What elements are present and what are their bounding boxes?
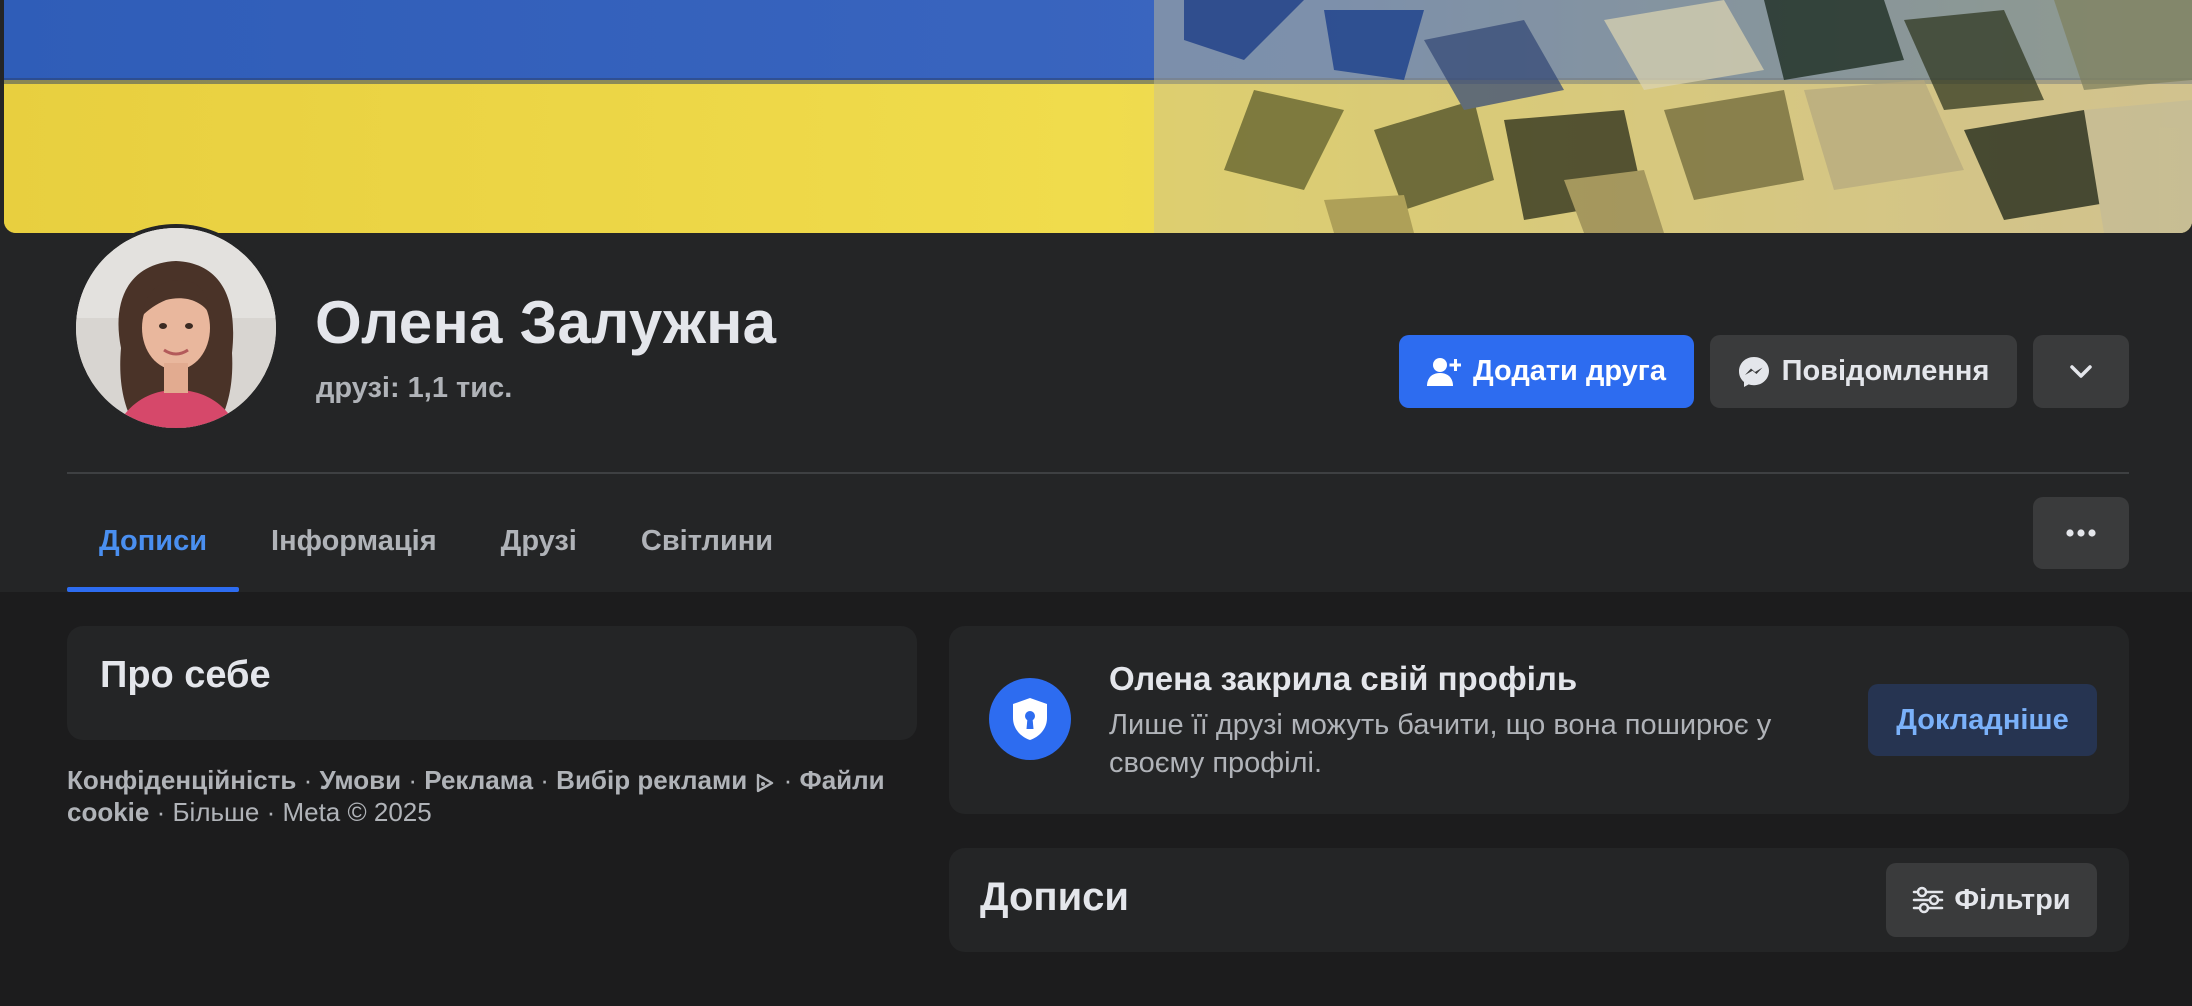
message-button[interactable]: Повідомлення — [1710, 335, 2017, 408]
messenger-icon — [1738, 356, 1770, 388]
locked-profile-card: Олена закрила свій профіль Лише її друзі… — [949, 626, 2129, 814]
footer-copyright: Meta © 2025 — [282, 797, 432, 827]
cover-photo[interactable] — [4, 0, 2192, 233]
footer-separator: · — [296, 765, 320, 795]
footer-links: Конфіденційність · Умови · Реклама · Виб… — [67, 764, 917, 828]
posts-title: Дописи — [980, 875, 1130, 919]
tab-about[interactable]: Інформація — [239, 490, 469, 592]
avatar[interactable] — [76, 228, 276, 428]
footer-privacy-link[interactable]: Конфіденційність — [67, 765, 296, 795]
footer-ad-choices-link[interactable]: Вибір реклами — [556, 765, 776, 795]
shield-keyhole-icon — [989, 678, 1071, 760]
tab-photos[interactable]: Світлини — [609, 490, 805, 592]
footer-separator: · — [533, 765, 557, 795]
tabs-more-button[interactable] — [2033, 497, 2129, 569]
footer-separator: · — [776, 765, 800, 795]
profile-tabs: Дописи Інформація Друзі Світлини — [67, 490, 805, 592]
about-title: Про себе — [100, 654, 271, 696]
footer-separator: · — [149, 797, 173, 827]
avatar-ring[interactable] — [72, 224, 280, 432]
friends-count[interactable]: друзі: 1,1 тис. — [316, 372, 512, 405]
about-card: Про себе — [67, 626, 917, 740]
ad-choices-icon — [754, 765, 776, 795]
sliders-icon — [1912, 886, 1944, 914]
avatar-image — [76, 228, 276, 428]
footer-separator: · — [401, 765, 425, 795]
locked-title: Олена закрила свій профіль — [1109, 660, 1578, 697]
add-friend-label: Додати друга — [1472, 355, 1667, 387]
footer-terms-link[interactable]: Умови — [320, 765, 402, 795]
filters-label: Фільтри — [1954, 883, 2071, 916]
chevron-down-icon — [2069, 355, 2093, 388]
tab-posts[interactable]: Дописи — [67, 490, 240, 592]
filters-button[interactable]: Фільтри — [1886, 863, 2097, 937]
profile-more-button[interactable] — [2033, 335, 2129, 408]
footer-ads-link[interactable]: Реклама — [424, 765, 533, 795]
more-horizontal-icon — [2066, 524, 2096, 542]
tab-friends[interactable]: Друзі — [469, 490, 609, 592]
posts-card: Дописи Фільтри — [949, 848, 2129, 952]
profile-header: Олена Залужна друзі: 1,1 тис. Додати дру… — [0, 0, 2192, 592]
profile-page: Олена Залужна друзі: 1,1 тис. Додати дру… — [0, 0, 2192, 1006]
add-friend-button[interactable]: Додати друга — [1399, 335, 1694, 408]
locked-description: Лише її друзі можуть бачити, що вона пош… — [1109, 709, 1772, 779]
message-label: Повідомлення — [1781, 355, 1990, 387]
profile-name: Олена Залужна — [315, 289, 777, 356]
cover-image — [4, 0, 2192, 233]
header-divider — [67, 472, 2129, 474]
learn-more-button[interactable]: Докладніше — [1868, 684, 2097, 756]
footer-more-link[interactable]: Більше — [172, 797, 259, 827]
footer-separator: · — [259, 797, 283, 827]
person-plus-icon — [1426, 356, 1461, 388]
ad-choices-label: Вибір реклами — [556, 765, 748, 795]
